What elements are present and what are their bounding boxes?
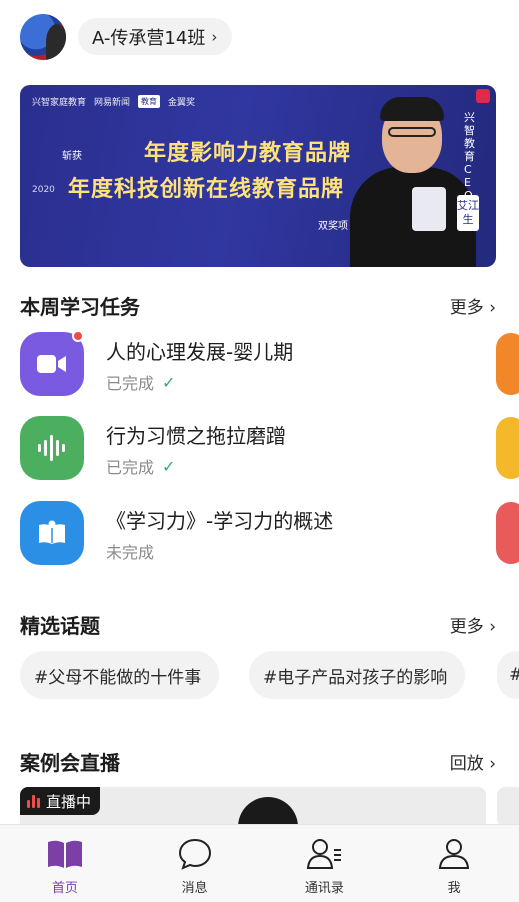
tasks-section-title: 本周学习任务	[20, 295, 140, 319]
book-icon	[20, 501, 84, 565]
tab-label: 首页	[51, 881, 78, 896]
contacts-icon	[305, 835, 343, 873]
logo-netease-tag: 教育	[138, 95, 161, 108]
topic-chip[interactable]: #父母不能做的十件事	[20, 651, 220, 699]
tasks-more-label: 更多	[449, 298, 484, 318]
task-status-label: 未完成	[106, 543, 155, 562]
banner-award-label: 双奖项	[318, 221, 348, 232]
bottom-tab-bar: 首页 消息 通讯录 我	[0, 824, 519, 902]
live-bars-icon	[27, 794, 40, 808]
replay-label: 回放	[449, 754, 484, 774]
live-card-peek[interactable]	[497, 787, 519, 827]
task-title: 人的心理发展-婴儿期	[106, 340, 294, 364]
tab-label: 通讯录	[304, 881, 344, 896]
topics-more-link[interactable]: 更多 ›	[450, 612, 496, 637]
topics-more-label: 更多	[449, 617, 484, 637]
live-speaker-photo	[238, 797, 298, 827]
unread-dot	[72, 330, 84, 342]
check-icon: ✓	[162, 456, 176, 476]
tab-label: 我	[447, 881, 461, 896]
tab-contacts[interactable]: 通讯录	[260, 825, 390, 902]
banner-headline-1: 年度影响力教育品牌	[144, 141, 352, 166]
replay-link[interactable]: 回放 ›	[450, 749, 496, 774]
promo-banner[interactable]: 兴智家庭教育 网易新闻 教育 金翼奖 2020 斩获 年度影响力教育品牌 年度科…	[20, 85, 496, 267]
task-item[interactable]: 行为习惯之拖拉磨蹭 已完成 ✓	[20, 416, 480, 486]
banner-person-photo	[350, 93, 476, 267]
avatar[interactable]	[20, 14, 66, 60]
task-status-label: 已完成	[106, 374, 155, 393]
header: A-传承营14班 ›	[0, 0, 519, 76]
topic-chip[interactable]: #电子产品对孩子的影响	[249, 651, 466, 699]
banner-logos: 兴智家庭教育 网易新闻 教育 金翼奖	[32, 95, 195, 108]
chat-bubble-icon	[176, 835, 214, 873]
chevron-right-icon: ›	[483, 754, 496, 774]
tab-me[interactable]: 我	[389, 825, 519, 902]
tasks-more-link[interactable]: 更多 ›	[450, 293, 496, 318]
task-item[interactable]: 《学习力》-学习力的概述 未完成	[20, 501, 480, 571]
task-item[interactable]: 人的心理发展-婴儿期 已完成 ✓	[20, 330, 480, 402]
live-badge-label: 直播中	[46, 792, 92, 811]
chevron-right-icon: ›	[483, 617, 496, 637]
person-icon	[435, 835, 473, 873]
book-open-icon	[46, 835, 84, 873]
audio-wave-icon	[20, 416, 84, 480]
live-badge: 直播中	[20, 787, 101, 815]
class-name: A-传承营14班	[92, 27, 206, 49]
tab-label: 消息	[181, 881, 208, 896]
chevron-right-icon: ›	[211, 27, 218, 46]
task-card-peek[interactable]	[496, 502, 519, 564]
logo-xingzhi: 兴智家庭教育	[32, 98, 87, 108]
topic-chip[interactable]: #	[497, 651, 519, 699]
topics-section-title: 精选话题	[20, 614, 100, 638]
tab-messages[interactable]: 消息	[130, 825, 260, 902]
video-icon	[20, 332, 84, 396]
banner-person-title: 兴智教育CEO	[464, 111, 475, 202]
banner-corner-badge	[476, 89, 490, 103]
task-status: 已完成 ✓	[106, 370, 175, 394]
banner-year: 2020	[32, 185, 55, 195]
logo-netease: 网易新闻	[94, 98, 131, 108]
task-card-peek[interactable]	[496, 333, 519, 395]
task-status: 已完成 ✓	[106, 454, 175, 478]
task-title: 行为习惯之拖拉磨蹭	[106, 424, 286, 448]
logo-golden-wing: 金翼奖	[168, 98, 196, 108]
banner-person-name: 艾江生	[457, 195, 479, 231]
task-status: 未完成	[106, 539, 154, 563]
task-title: 《学习力》-学习力的概述	[106, 509, 334, 533]
live-section-title: 案例会直播	[20, 751, 120, 775]
check-icon: ✓	[162, 372, 176, 392]
banner-headline-2: 年度科技创新在线教育品牌	[68, 177, 345, 202]
chevron-right-icon: ›	[483, 298, 496, 318]
banner-won-label: 斩获	[62, 151, 82, 162]
tab-home[interactable]: 首页	[0, 825, 130, 902]
task-card-peek[interactable]	[496, 417, 519, 479]
class-selector-button[interactable]: A-传承营14班 ›	[78, 18, 233, 55]
task-status-label: 已完成	[106, 458, 155, 477]
